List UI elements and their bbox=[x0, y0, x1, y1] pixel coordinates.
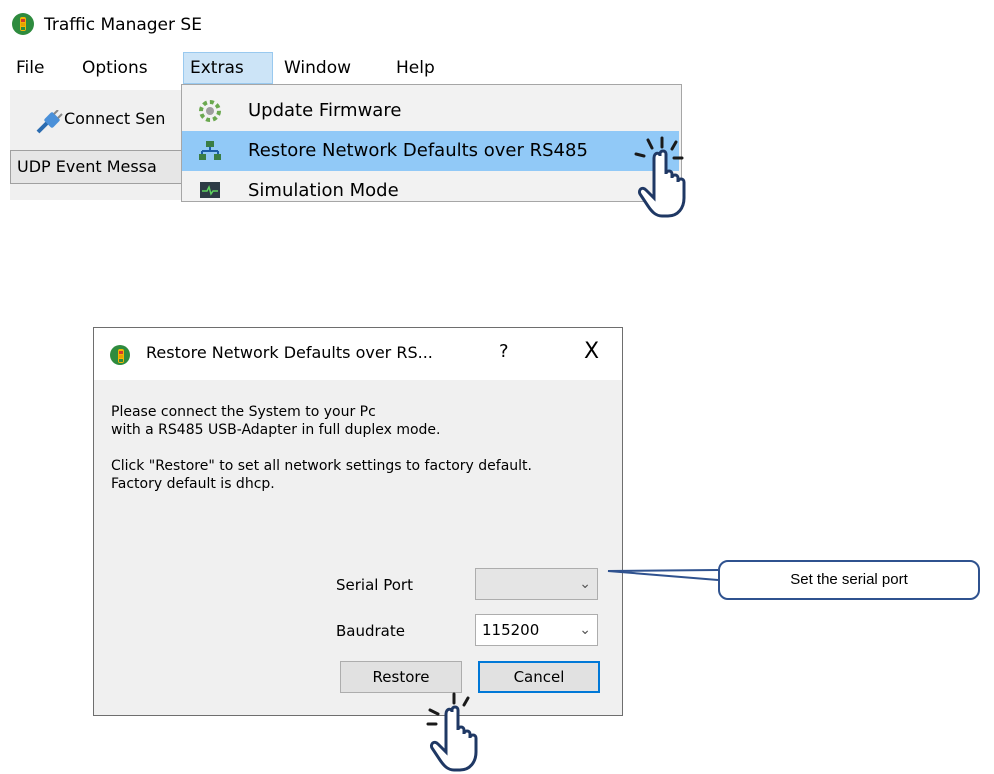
restore-network-dialog: Restore Network Defaults over RS... ? X … bbox=[93, 327, 623, 716]
serial-port-label: Serial Port bbox=[336, 576, 413, 594]
chevron-down-icon: ⌄ bbox=[579, 576, 591, 592]
menu-file[interactable]: File bbox=[10, 52, 50, 84]
menu-extras[interactable]: Extras bbox=[183, 52, 273, 84]
click-hand-icon bbox=[634, 136, 686, 218]
close-button[interactable]: X bbox=[584, 339, 599, 364]
connect-sensor-button[interactable]: Connect Sen bbox=[64, 109, 165, 128]
network-icon bbox=[199, 141, 221, 160]
menu-item-restore-network-defaults[interactable]: Restore Network Defaults over RS485 bbox=[182, 131, 679, 171]
callout-pointer bbox=[607, 569, 719, 581]
restore-button[interactable]: Restore bbox=[340, 661, 462, 693]
dialog-title-bar: Restore Network Defaults over RS... ? X bbox=[94, 328, 622, 380]
serial-port-select[interactable]: ⌄ bbox=[475, 568, 598, 600]
baudrate-value: 115200 bbox=[482, 621, 540, 639]
cancel-button[interactable]: Cancel bbox=[478, 661, 600, 693]
app-title: Traffic Manager SE bbox=[44, 15, 202, 35]
monitor-icon bbox=[200, 182, 220, 198]
chevron-down-icon: ⌄ bbox=[579, 622, 591, 638]
instruction-line-3: Click "Restore" to set all network setti… bbox=[111, 458, 532, 474]
extras-dropdown-menu: Update Firmware Restore Network Defaults… bbox=[181, 84, 682, 202]
plug-icon bbox=[36, 110, 63, 134]
menu-item-update-firmware[interactable]: Update Firmware bbox=[182, 91, 679, 131]
menu-options[interactable]: Options bbox=[76, 52, 154, 84]
help-button[interactable]: ? bbox=[499, 341, 509, 362]
instruction-line-2: with a RS485 USB-Adapter in full duplex … bbox=[111, 422, 441, 438]
instruction-line-1: Please connect the System to your Pc bbox=[111, 404, 376, 420]
menu-help[interactable]: Help bbox=[390, 52, 441, 84]
traffic-light-icon bbox=[12, 13, 34, 35]
gear-firmware-icon bbox=[199, 100, 221, 122]
menu-item-label: Update Firmware bbox=[248, 100, 402, 121]
dialog-title: Restore Network Defaults over RS... bbox=[146, 343, 433, 362]
menu-window[interactable]: Window bbox=[278, 52, 357, 84]
menu-item-label: Simulation Mode bbox=[248, 180, 399, 201]
click-hand-icon bbox=[426, 692, 478, 772]
menu-item-simulation-mode[interactable]: Simulation Mode bbox=[182, 171, 679, 201]
traffic-light-icon bbox=[110, 345, 130, 365]
baudrate-label: Baudrate bbox=[336, 622, 405, 640]
menu-item-label: Restore Network Defaults over RS485 bbox=[248, 140, 588, 161]
tab-udp-event-messages[interactable]: UDP Event Messa bbox=[10, 150, 188, 184]
baudrate-select[interactable]: 115200 ⌄ bbox=[475, 614, 598, 646]
instruction-line-4: Factory default is dhcp. bbox=[111, 476, 275, 492]
callout-set-serial-port: Set the serial port bbox=[718, 560, 980, 600]
